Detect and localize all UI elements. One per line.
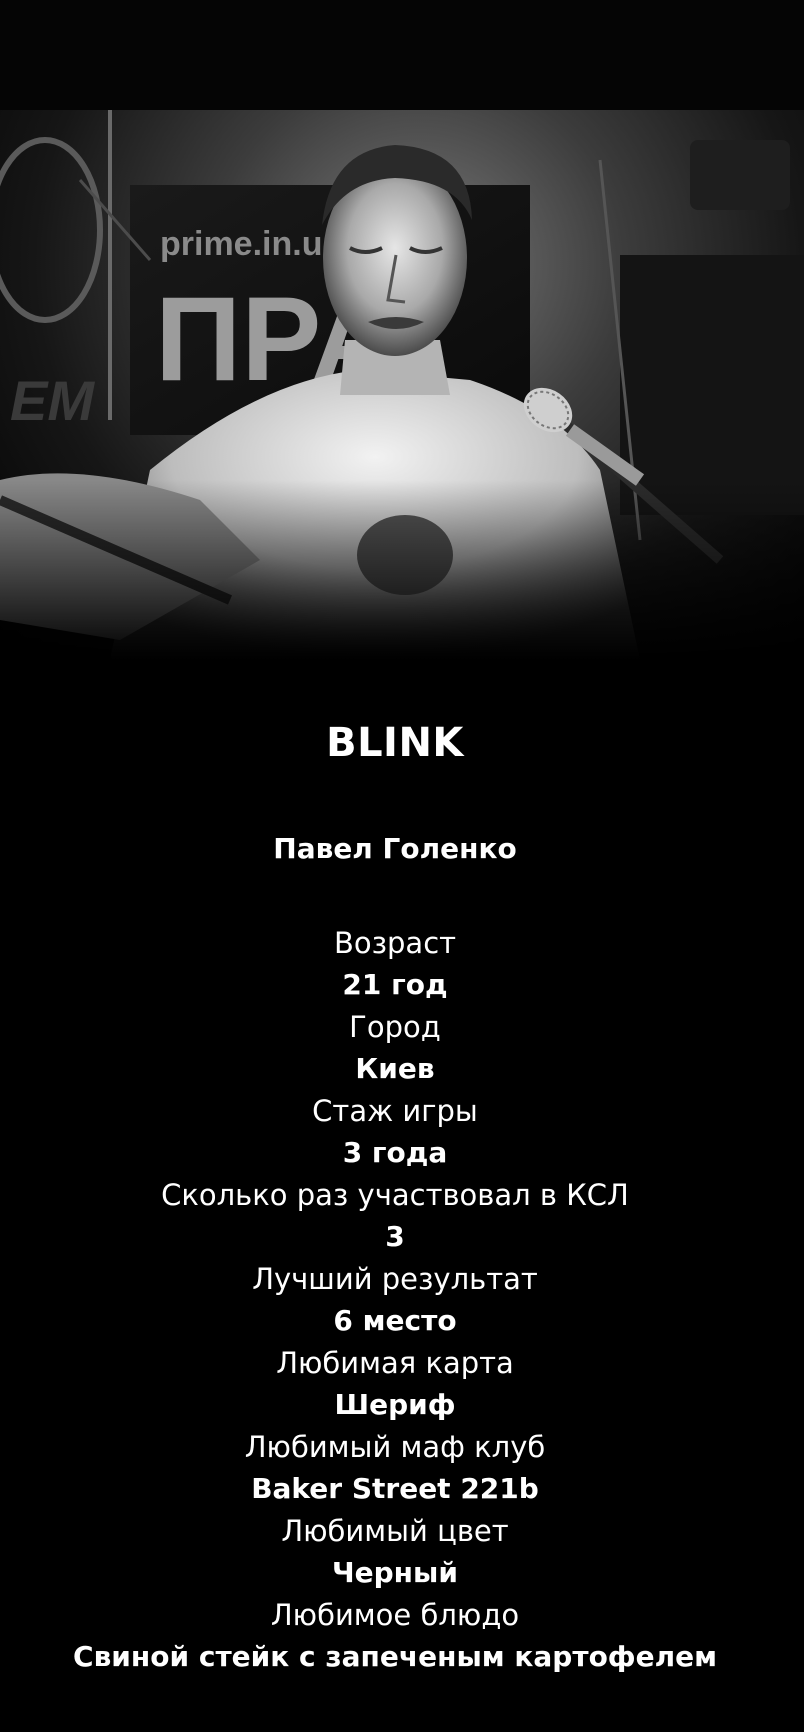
best-result-value: 6 место — [333, 1304, 457, 1337]
age-label: Возраст — [333, 926, 457, 960]
ksl-participation-label: Сколько раз участвовал в КСЛ — [161, 1178, 629, 1212]
favorite-card-value: Шериф — [334, 1388, 456, 1421]
ksl-participation-value: 3 — [385, 1220, 405, 1253]
left-sign-text: EM — [10, 369, 95, 432]
favorite-color-label: Любимый цвет — [281, 1514, 509, 1548]
header-photo: prime.in.ua ПРА EM — [0, 0, 804, 660]
favorite-club-value: Baker Street 221b — [251, 1472, 539, 1505]
player-full-name: Павел Голенко — [273, 832, 517, 865]
favorite-dish-value: Свиной стейк с запеченым картофелем — [73, 1640, 717, 1673]
city-value: Киев — [355, 1052, 435, 1085]
age-value: 21 год — [342, 968, 448, 1001]
profile-info-list: Возраст 21 год Город Киев Стаж игры 3 го… — [0, 922, 790, 1678]
favorite-club-label: Любимый маф клуб — [244, 1430, 546, 1464]
experience-value: 3 года — [342, 1136, 448, 1169]
banner-small-text: prime.in.ua — [160, 225, 342, 263]
player-nickname: BLINK — [326, 720, 464, 766]
experience-label: Стаж игры — [312, 1094, 478, 1128]
photo-fade-overlay — [0, 480, 804, 660]
city-label: Город — [349, 1010, 441, 1044]
favorite-card-label: Любимая карта — [276, 1346, 514, 1380]
best-result-label: Лучший результат — [252, 1262, 538, 1296]
favorite-dish-label: Любимое блюдо — [270, 1598, 520, 1632]
favorite-color-value: Черный — [332, 1556, 458, 1589]
